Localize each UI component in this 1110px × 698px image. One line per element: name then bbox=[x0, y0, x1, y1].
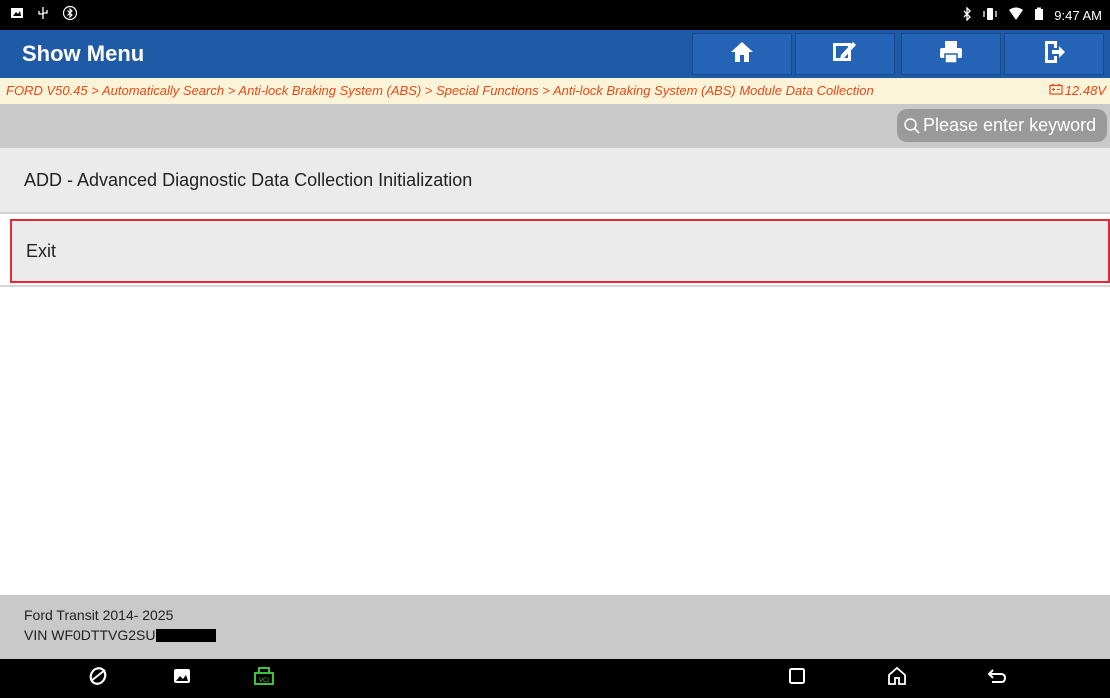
vci-icon: VCI bbox=[252, 665, 276, 692]
exit-door-icon bbox=[1042, 39, 1066, 70]
status-bar: 9:47 AM bbox=[0, 0, 1110, 30]
vin-redaction bbox=[156, 628, 217, 642]
vehicle-info: Ford Transit 2014- 2025 VIN WF0DTTVG2SU bbox=[0, 595, 1110, 659]
vehicle-name: Ford Transit 2014- 2025 bbox=[24, 607, 174, 623]
wifi-icon bbox=[1008, 7, 1024, 24]
clock: 9:47 AM bbox=[1054, 7, 1102, 23]
search-icon bbox=[903, 117, 921, 135]
voltage-value: 12.48V bbox=[1064, 83, 1106, 98]
usb-icon bbox=[36, 6, 50, 25]
battery-icon bbox=[1034, 7, 1044, 24]
home-nav-button[interactable] bbox=[877, 659, 917, 698]
back-button[interactable] bbox=[977, 659, 1017, 698]
bluetooth-settings-icon bbox=[62, 5, 78, 26]
menu-item-label: Exit bbox=[26, 241, 57, 261]
breadcrumb-path: FORD V50.45 > Automatically Search > Ant… bbox=[6, 83, 874, 98]
search-input[interactable]: Please enter keyword bbox=[897, 109, 1107, 142]
svg-text:VCI: VCI bbox=[259, 677, 269, 684]
vehicle-vin: VIN WF0DTTVG2SU bbox=[24, 627, 217, 643]
home-icon bbox=[729, 40, 755, 69]
edit-report-button[interactable] bbox=[795, 33, 895, 75]
menu-list: ADD - Advanced Diagnostic Data Collectio… bbox=[0, 148, 1110, 287]
car-battery-icon bbox=[1049, 78, 1063, 104]
square-icon bbox=[788, 667, 806, 690]
home-button[interactable] bbox=[692, 33, 792, 75]
list-divider bbox=[0, 285, 1110, 287]
recent-apps-button[interactable] bbox=[777, 659, 817, 698]
menu-item-add-initialization[interactable]: ADD - Advanced Diagnostic Data Collectio… bbox=[0, 148, 1110, 214]
print-button[interactable] bbox=[901, 33, 1001, 75]
home-outline-icon bbox=[886, 666, 908, 691]
printer-icon bbox=[938, 39, 964, 70]
browser-icon bbox=[87, 665, 109, 692]
menu-item-label: ADD - Advanced Diagnostic Data Collectio… bbox=[24, 170, 473, 190]
exit-button[interactable] bbox=[1004, 33, 1104, 75]
title-bar: Show Menu bbox=[0, 30, 1110, 78]
battery-voltage: 12.48V bbox=[1049, 78, 1106, 104]
back-arrow-icon bbox=[986, 667, 1008, 690]
vci-button[interactable]: VCI bbox=[244, 659, 284, 698]
navigation-bar: VCI bbox=[0, 659, 1110, 698]
browser-button[interactable] bbox=[78, 659, 118, 698]
page-title: Show Menu bbox=[22, 41, 145, 66]
gallery-notification-icon bbox=[10, 6, 24, 25]
edit-icon bbox=[831, 39, 859, 70]
menu-item-exit[interactable]: Exit bbox=[10, 219, 1110, 283]
bluetooth-icon bbox=[962, 5, 972, 24]
vibrate-icon bbox=[982, 7, 998, 24]
search-placeholder: Please enter keyword bbox=[923, 115, 1097, 135]
search-bar: Please enter keyword bbox=[0, 104, 1110, 148]
vin-text: VIN WF0DTTVG2SU bbox=[24, 627, 156, 643]
gallery-button[interactable] bbox=[162, 659, 202, 698]
breadcrumb: FORD V50.45 > Automatically Search > Ant… bbox=[0, 78, 1110, 104]
image-icon bbox=[173, 668, 191, 689]
